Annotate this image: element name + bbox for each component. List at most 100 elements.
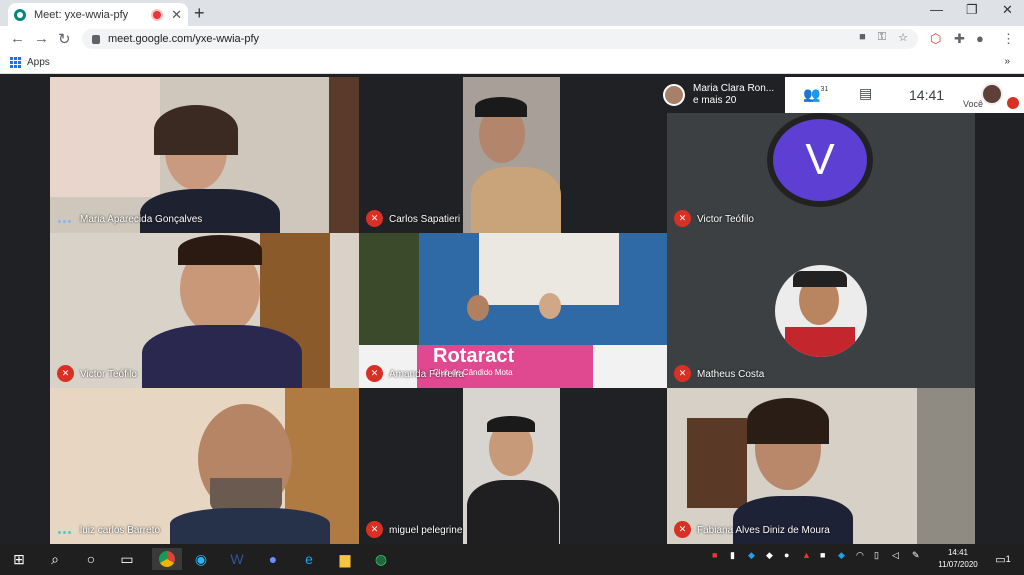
star-icon[interactable]: ☆	[898, 31, 908, 44]
participant-name: miguel pelegrine	[389, 525, 463, 536]
people-count: 31	[820, 86, 829, 93]
participant-face	[539, 293, 561, 319]
back-button[interactable]: ←	[10, 30, 25, 47]
participant-name: Matheus Costa	[697, 369, 765, 380]
browser-tab[interactable]: Meet: yxe-wwia-pfy ✕	[8, 3, 188, 26]
maximize-button[interactable]: ❐	[966, 2, 978, 18]
participant-face	[467, 295, 489, 321]
self-label: Você	[963, 99, 984, 109]
tray-icon[interactable]: ▮	[730, 550, 735, 561]
participant-tile[interactable]: Maria Aparecida Gonçalves	[50, 77, 359, 233]
address-bar[interactable]: meet.google.com/yxe-wwia-pfy ■ ⚿ ☆	[82, 29, 918, 49]
app-icon[interactable]: ●	[262, 548, 284, 570]
participant-name: luiz carlos Barreto	[80, 525, 161, 536]
battery-icon[interactable]: ▯	[874, 550, 879, 561]
people-icon[interactable]: 👥31	[803, 86, 828, 103]
ie-icon[interactable]: e	[298, 548, 320, 570]
participant-name: Maria Aparecida Gonçalves	[80, 214, 203, 225]
key-icon[interactable]: ⚿	[878, 31, 886, 44]
tray-icon[interactable]: ●	[784, 550, 789, 560]
task-view-icon[interactable]: ▭	[116, 548, 138, 570]
participant-name: Victor Teófilo	[697, 214, 754, 225]
meet-top-bar: Maria Clara Ron... e mais 20 👥31 ▤ 14:41…	[657, 77, 1024, 113]
bookmark-apps[interactable]: Apps	[27, 57, 50, 68]
close-window-button[interactable]: ✕	[1002, 2, 1013, 18]
speaking-indicator-icon	[58, 531, 71, 534]
profile-avatar[interactable]: ●	[976, 31, 984, 46]
puzzle-icon[interactable]: ✚	[954, 31, 965, 47]
participant-name: Carlos Sapatieri	[389, 214, 461, 225]
file-explorer-icon[interactable]: ▆	[334, 548, 356, 570]
bookmarks-overflow-icon[interactable]: »	[1004, 56, 1010, 67]
participant-tile[interactable]: luiz carlos Barreto	[50, 388, 359, 544]
volume-icon[interactable]: ◁	[892, 550, 899, 561]
mic-off-icon: ✕	[674, 365, 691, 382]
attendees-summary[interactable]: Maria Clara Ron... e mais 20	[657, 77, 785, 113]
recording-indicator-icon	[153, 10, 162, 19]
speaking-indicator-icon	[58, 220, 71, 223]
participant-tile[interactable]: ✕ Carlos Sapatieri	[359, 77, 667, 233]
tray-icon[interactable]: ▲	[802, 550, 811, 560]
participant-tile[interactable]: Rotaract Club de Cândido Mota ✕ Amanda F…	[359, 233, 667, 388]
search-icon[interactable]: ⌕	[44, 548, 66, 570]
participant-tile[interactable]: ✕ Victor Teófilo	[50, 233, 359, 388]
word-icon[interactable]: W	[226, 548, 248, 570]
banner-title: Rotaract	[433, 345, 515, 367]
participant-avatar: V	[767, 113, 873, 207]
notification-count: 1	[1005, 554, 1011, 564]
participant-avatar	[775, 265, 867, 357]
notification-icon[interactable]: ▭ 1	[992, 548, 1014, 570]
windows-start-icon[interactable]: ⊞	[8, 548, 30, 570]
meet-controls: 👥31 ▤ 14:41 Você	[785, 77, 1024, 113]
mic-off-icon: ✕	[366, 210, 383, 227]
tray-icon[interactable]: ◆	[838, 550, 845, 561]
mic-off-icon: ✕	[57, 365, 74, 382]
meeting-clock: 14:41	[909, 87, 945, 103]
wifi-icon[interactable]: ◠	[856, 550, 864, 561]
edge-icon[interactable]: ◉	[190, 548, 212, 570]
tray-icon[interactable]: ■	[712, 550, 717, 560]
mic-off-icon: ✕	[366, 365, 383, 382]
extension-icon[interactable]: ⬡	[930, 31, 941, 47]
participant-name: Victor Teófilo	[80, 369, 137, 380]
close-tab-icon[interactable]: ✕	[171, 7, 182, 23]
attendee-avatar	[663, 84, 685, 106]
system-clock[interactable]: 14:41 11/07/2020	[934, 547, 982, 571]
cortana-icon[interactable]: ○	[80, 548, 102, 570]
self-avatar[interactable]	[981, 83, 1003, 105]
pen-icon[interactable]: ✎	[912, 550, 920, 561]
rotaract-banner: Rotaract Club de Cândido Mota	[417, 345, 593, 388]
clock-time: 14:41	[947, 548, 969, 557]
reload-button[interactable]: ↻	[58, 30, 71, 48]
mic-off-icon: ✕	[674, 521, 691, 538]
participant-name: Amanda Ferreira	[389, 369, 465, 380]
self-mic-off-icon	[1007, 97, 1019, 109]
mic-off-icon: ✕	[366, 521, 383, 538]
tab-strip: Meet: yxe-wwia-pfy ✕ + — ❐ ✕	[0, 0, 1024, 26]
participant-tile[interactable]: ✕ Fabiana Alves Diniz de Moura	[667, 388, 975, 544]
camera-icon[interactable]: ■	[859, 31, 866, 44]
minimize-button[interactable]: —	[930, 2, 943, 17]
participant-tile[interactable]: V ✕ Victor Teófilo	[667, 113, 975, 233]
tab-title: Meet: yxe-wwia-pfy	[34, 8, 129, 21]
mic-off-icon: ✕	[674, 210, 691, 227]
tray-icon[interactable]: ■	[820, 550, 825, 560]
chrome-icon[interactable]	[152, 548, 182, 570]
apps-grid-icon	[10, 57, 21, 68]
url-text: meet.google.com/yxe-wwia-pfy	[108, 33, 260, 45]
new-tab-button[interactable]: +	[194, 3, 205, 24]
tray-icon[interactable]: ◆	[766, 550, 773, 561]
lock-icon	[92, 34, 100, 44]
whatsapp-icon[interactable]: ◍	[370, 548, 392, 570]
participant-tile[interactable]: ✕ Matheus Costa	[667, 233, 975, 388]
attendee-more: e mais 20	[693, 95, 737, 106]
menu-kebab-icon[interactable]: ⋮	[1002, 31, 1015, 47]
skype-icon[interactable]: ◆	[748, 550, 755, 561]
participant-tile[interactable]: ✕ miguel pelegrine	[359, 388, 667, 544]
bookmarks-bar: Apps	[0, 52, 1024, 74]
attendee-name: Maria Clara Ron...	[693, 83, 775, 94]
meet-favicon-icon	[14, 8, 26, 21]
chat-icon[interactable]: ▤	[859, 85, 872, 102]
forward-button[interactable]: →	[34, 30, 49, 47]
participant-name: Fabiana Alves Diniz de Moura	[697, 525, 830, 536]
